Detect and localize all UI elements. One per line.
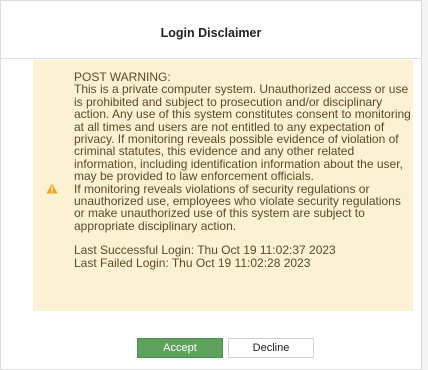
decline-button[interactable]: Decline	[228, 338, 314, 358]
dialog-title: Login Disclaimer	[1, 1, 421, 59]
last-failed-login: Last Failed Login: Thu Oct 19 11:02:28 2…	[74, 255, 311, 270]
warning-message-box: POST WARNING: This is a private computer…	[33, 60, 413, 311]
accept-button[interactable]: Accept	[137, 338, 223, 358]
login-disclaimer-dialog: Login Disclaimer POST WARNING: This is a…	[0, 0, 422, 370]
last-successful-login: Last Successful Login: Thu Oct 19 11:02:…	[74, 243, 336, 258]
warning-body-continued: If monitoring reveals violations of secu…	[74, 181, 401, 233]
warning-triangle-icon	[46, 181, 58, 194]
warning-body: This is a private computer system. Unaut…	[74, 82, 411, 184]
warning-text: POST WARNING: This is a private computer…	[74, 71, 411, 270]
